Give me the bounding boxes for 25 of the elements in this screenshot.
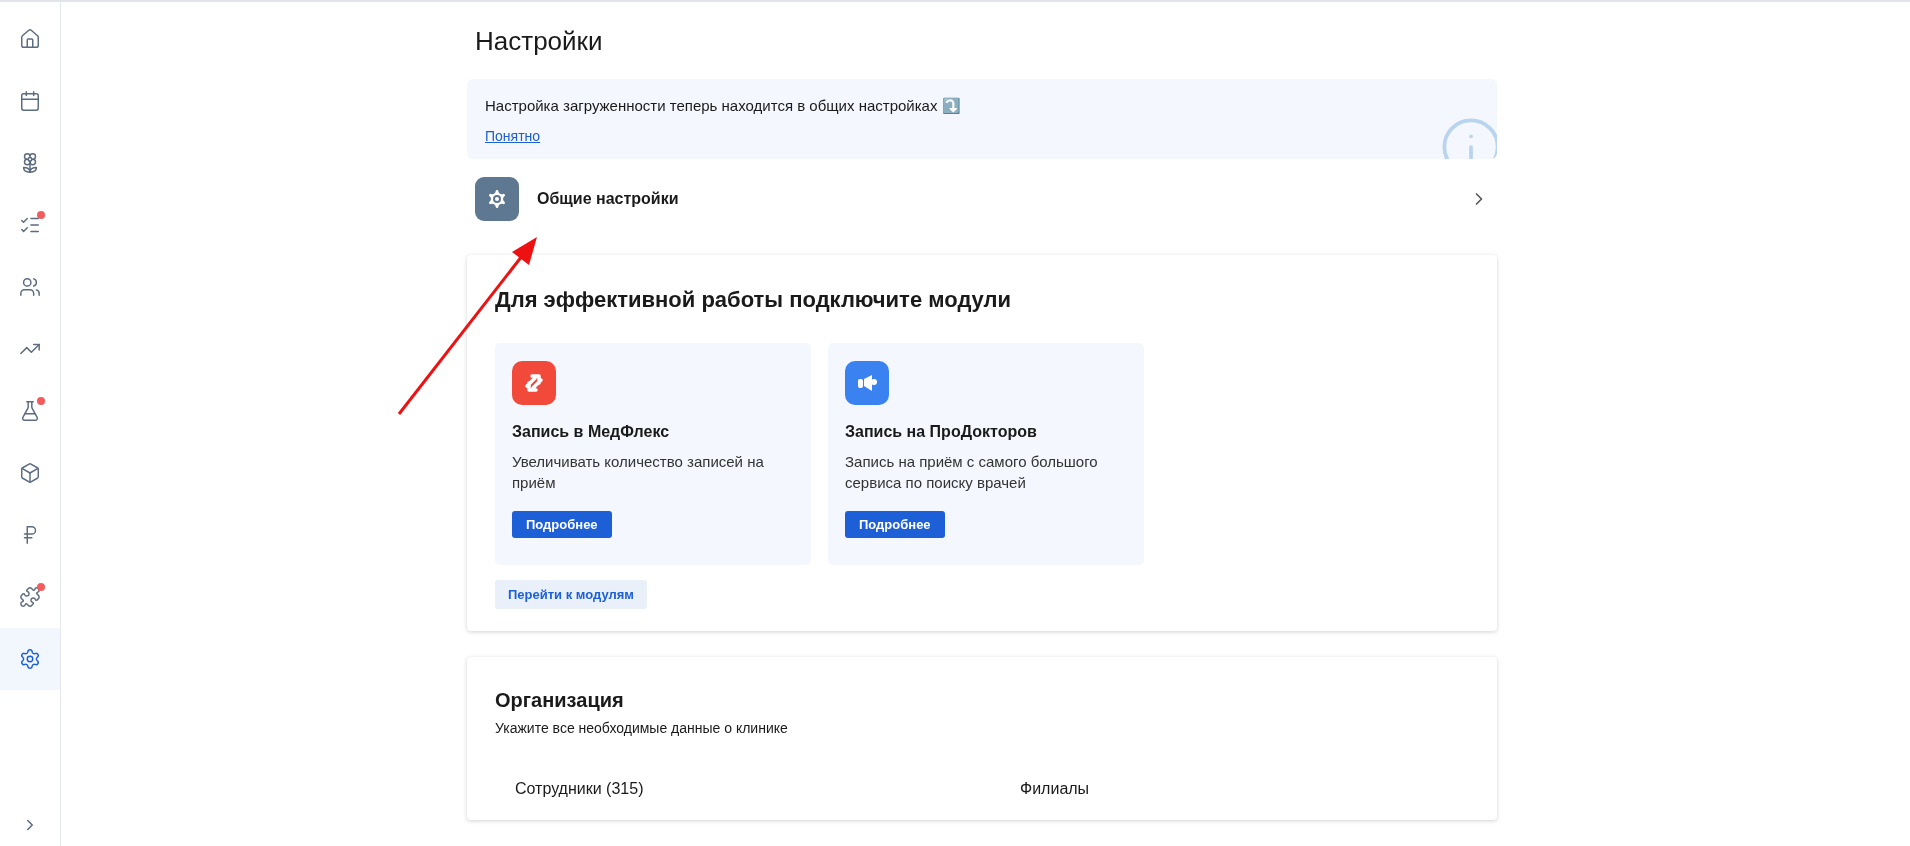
sidebar-icon (19, 462, 41, 484)
module-description: Запись на приём с самого большого сервиса по поиску врачей (845, 452, 1099, 493)
organization-subtitle: Укажите все необходимые данные о клинике (495, 720, 789, 736)
sidebar-icon (19, 90, 41, 112)
sidebar-icon (19, 648, 41, 670)
modules-title: Для эффективной работы подключите модули (495, 287, 1013, 313)
sidebar-icon (19, 28, 41, 50)
page-title: Настройки (475, 26, 604, 57)
sidebar-icon (19, 276, 41, 298)
go-to-modules-button[interactable]: Перейти к модулям (495, 580, 647, 609)
general-settings-label: Общие настройки (537, 190, 680, 208)
sidebar-icon (19, 586, 41, 608)
more-button[interactable]: Подробнее (845, 511, 945, 538)
organization-item[interactable]: Филиалы (1020, 780, 1469, 798)
gear-icon (475, 177, 519, 221)
sidebar-icon (19, 400, 41, 422)
sidebar-item[interactable] (0, 628, 60, 690)
module-title: Запись в МедФлекс (512, 423, 670, 441)
organization-item[interactable]: Сотрудники (315) (515, 780, 1020, 798)
organization-title: Организация (495, 689, 625, 712)
notice-text: Настройка загруженности теперь находится в общих настройках ⤵ (485, 97, 962, 115)
more-button[interactable]: Подробнее (512, 511, 612, 538)
dismiss-link[interactable]: Понятно (485, 128, 541, 144)
module-description: Увеличивать количество записей на приём (512, 452, 765, 493)
module-title: Запись на ПроДокторов (845, 423, 1037, 441)
